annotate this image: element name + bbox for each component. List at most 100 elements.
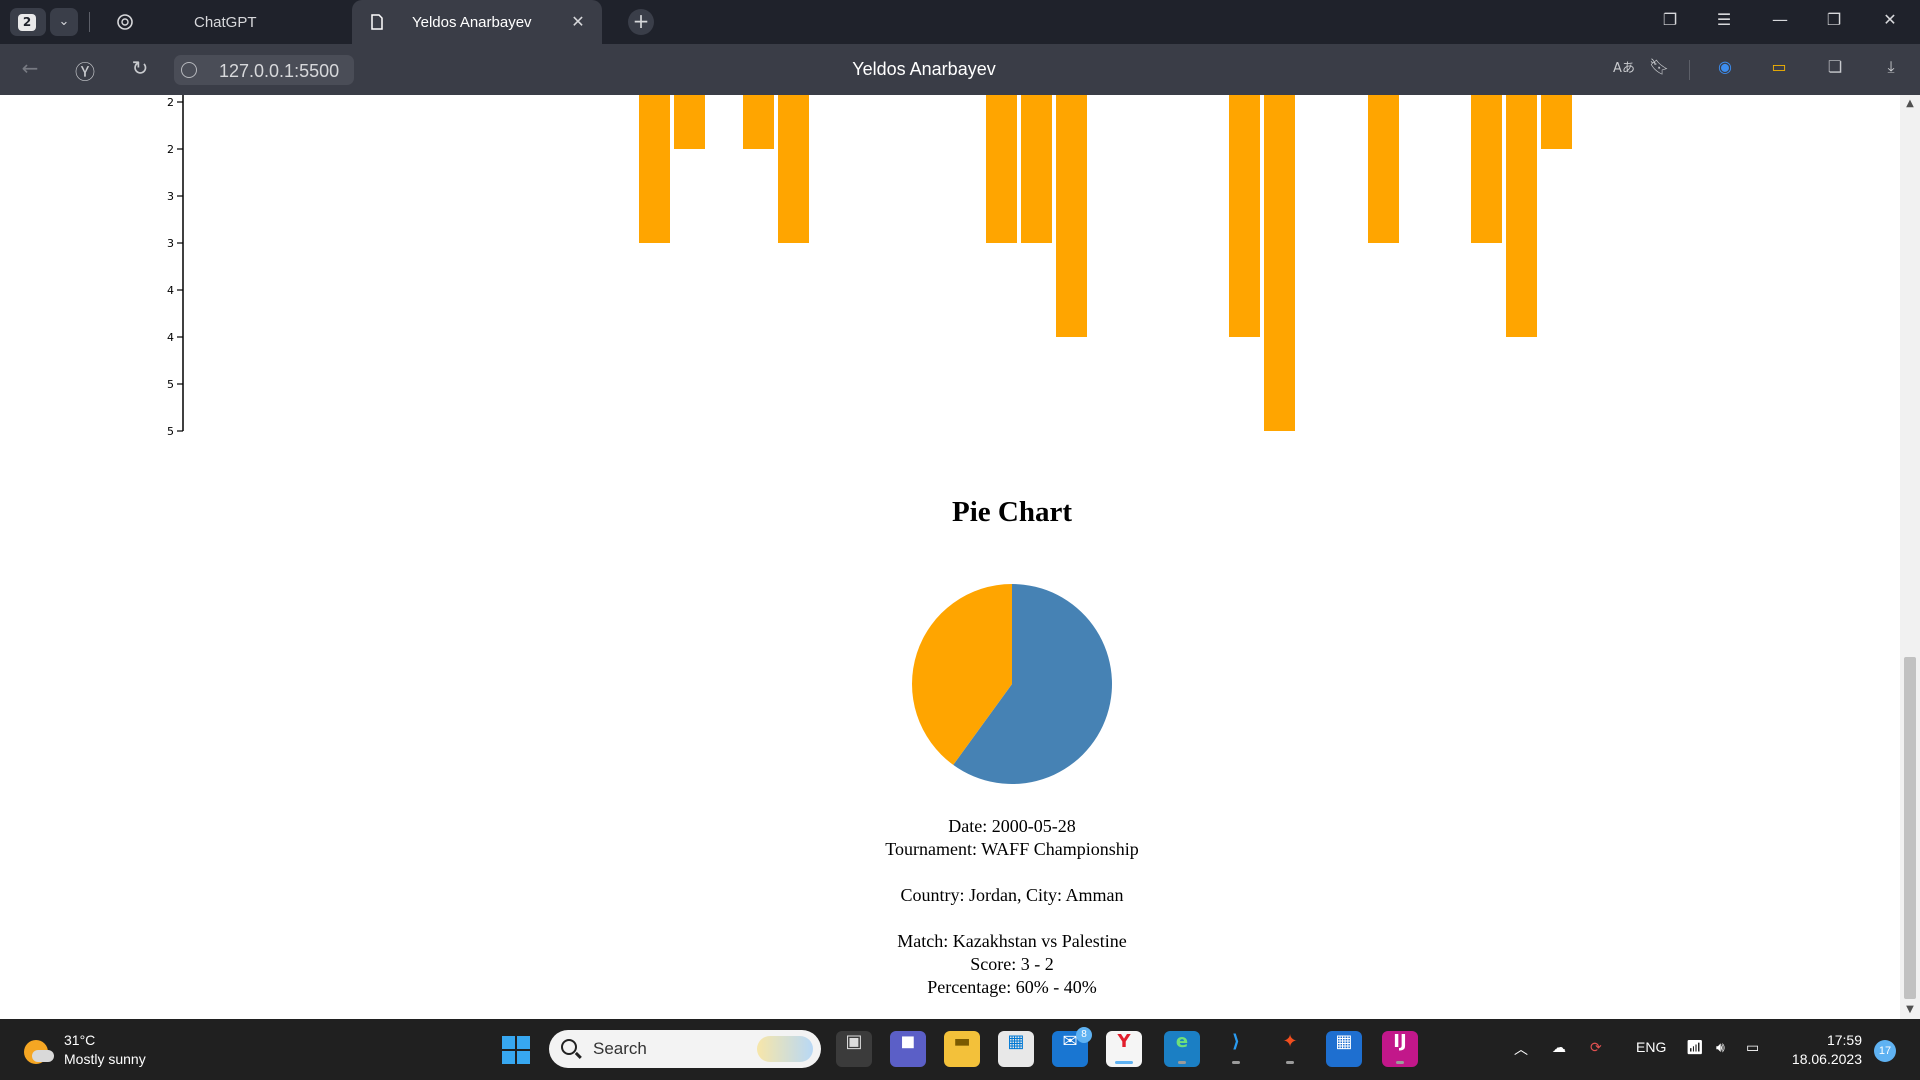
onedrive-icon[interactable]: ☁ xyxy=(1552,1039,1566,1056)
bookmark-icon[interactable]: 🔖︎ xyxy=(1646,57,1672,83)
chatgpt-icon xyxy=(117,14,133,30)
tab-label: Yeldos Anarbayev xyxy=(412,14,532,31)
file-explorer-icon[interactable]: ▬ xyxy=(944,1031,980,1067)
notification-badge[interactable]: 17 xyxy=(1874,1040,1896,1062)
microsoft-store-icon[interactable]: ▦ xyxy=(998,1031,1034,1067)
page-title: Yeldos Anarbayev xyxy=(852,59,996,79)
match-location: Country: Jordan, City: Amman xyxy=(900,885,1124,905)
wifi-icon[interactable]: 📶︎ xyxy=(1686,1039,1704,1056)
clock-date: 18.06.2023 xyxy=(1791,1051,1862,1067)
battery-saver-icon[interactable]: ▭ xyxy=(1766,57,1792,83)
tab-label: ChatGPT xyxy=(194,14,257,31)
match-date: Date: 2000-05-28 xyxy=(948,816,1076,836)
yandex-browser-icon[interactable]: Y xyxy=(1106,1031,1142,1067)
y-axis-tick-label: 5 xyxy=(167,425,174,438)
bar xyxy=(1021,95,1052,243)
scroll-down-arrow-icon[interactable]: ▼ xyxy=(1900,1001,1920,1019)
y-axis-tick-label: 3 xyxy=(167,237,174,250)
vertical-scrollbar[interactable]: ▲ ▼ xyxy=(1900,95,1920,1019)
running-app-indicator xyxy=(1178,1061,1186,1064)
close-tab-icon[interactable]: ✕ xyxy=(568,12,588,32)
figma-icon[interactable]: ✦ xyxy=(1272,1031,1308,1067)
y-axis-tick-label: 3 xyxy=(167,190,174,203)
match-score: Score: 3 - 2 xyxy=(970,954,1054,974)
menu-icon[interactable]: ☰ xyxy=(1712,10,1736,34)
tab-yeldos-anarbayev[interactable]: Yeldos Anarbayev ✕ xyxy=(352,0,602,44)
bar xyxy=(674,95,705,149)
bar xyxy=(1368,95,1399,243)
page-icon xyxy=(371,14,383,30)
browser-tab-bar: 2 ⌄ ChatGPT Yeldos Anarbayev ✕ + ❐ ☰ — ❐… xyxy=(0,0,1920,44)
bar xyxy=(986,95,1017,243)
weather-cloud-icon xyxy=(32,1050,54,1062)
y-axis-ticks: 2 2 3 3 4 4 5 5 xyxy=(167,96,183,438)
mail-icon[interactable]: ✉ 8 xyxy=(1052,1027,1092,1067)
match-tournament: Tournament: WAFF Championship xyxy=(885,839,1139,859)
scroll-up-arrow-icon[interactable]: ▲ xyxy=(1900,95,1920,113)
active-app-indicator xyxy=(1115,1061,1133,1064)
bar xyxy=(1229,95,1260,337)
calendar-icon[interactable]: ▦ xyxy=(1326,1031,1362,1067)
match-info: Date: 2000-05-28 Tournament: WAFF Champi… xyxy=(0,815,1900,999)
intellij-icon[interactable]: IJ xyxy=(1382,1031,1418,1067)
close-window-button[interactable]: ✕ xyxy=(1878,10,1902,34)
bar xyxy=(1264,95,1295,431)
taskbar-search[interactable]: Search xyxy=(549,1030,821,1068)
clock-time: 17:59 xyxy=(1826,1032,1862,1048)
task-view-icon[interactable]: ▣ xyxy=(836,1031,872,1067)
new-tab-button[interactable]: + xyxy=(628,9,654,35)
windows-start-icon[interactable] xyxy=(502,1036,530,1064)
mail-badge: 8 xyxy=(1076,1027,1092,1043)
weather-temperature: 31°C xyxy=(64,1032,96,1048)
translate-icon[interactable]: Aあ xyxy=(1611,57,1637,83)
y-axis-tick-label: 2 xyxy=(167,143,174,156)
tab-count: 2 xyxy=(18,14,36,31)
reader-icon[interactable]: ❏ xyxy=(1822,57,1848,83)
bar xyxy=(639,95,670,243)
address-bar: ← Ⓨ ↻ 127.0.0.1:5500 Yeldos Anarbayev Aあ… xyxy=(0,44,1920,95)
pie-slices xyxy=(912,584,1112,784)
taskbar: 31°C Mostly sunny Search ▣ ◼ ▬ ▦ ✉ 8 Y e… xyxy=(0,1019,1920,1080)
bar xyxy=(1506,95,1537,337)
search-icon xyxy=(561,1039,577,1055)
weather-description: Mostly sunny xyxy=(64,1051,146,1067)
search-highlight-icon xyxy=(757,1036,813,1062)
bar-chart: 2 2 3 3 4 4 5 5 xyxy=(167,95,1572,438)
restore-button[interactable]: ❐ xyxy=(1822,10,1846,34)
minimize-button[interactable]: — xyxy=(1768,10,1792,34)
match-percentage: Percentage: 60% - 40% xyxy=(927,977,1097,997)
tab-count-button[interactable]: 2 xyxy=(10,8,46,36)
chevron-down-icon[interactable]: ⌄ xyxy=(50,8,78,36)
collections-icon[interactable]: ❐ xyxy=(1658,10,1682,34)
language-indicator[interactable]: ENG xyxy=(1636,1039,1666,1055)
running-app-indicator xyxy=(1232,1061,1240,1064)
battery-icon[interactable]: ▭ xyxy=(1746,1039,1759,1056)
bar xyxy=(1471,95,1502,243)
y-axis-tick-label: 2 xyxy=(167,96,174,109)
bar xyxy=(778,95,809,243)
toolbar-separator xyxy=(1689,60,1690,80)
show-hidden-icons[interactable]: ︿ xyxy=(1514,1039,1528,1059)
y-axis-tick-label: 4 xyxy=(167,284,174,297)
download-icon[interactable]: ⤓ xyxy=(1878,57,1904,83)
vscode-icon[interactable]: ⟩ xyxy=(1218,1031,1254,1067)
extension-icon[interactable]: ◉ xyxy=(1712,57,1738,83)
search-placeholder: Search xyxy=(593,1039,647,1058)
tab-separator xyxy=(89,12,90,32)
pie-chart-title: Pie Chart xyxy=(952,496,1072,528)
match-teams: Match: Kazakhstan vs Palestine xyxy=(897,931,1127,951)
system-clock[interactable]: 17:59 18.06.2023 xyxy=(1786,1031,1862,1069)
tab-chatgpt[interactable]: ChatGPT xyxy=(100,0,348,44)
sync-icon[interactable]: ⟳ xyxy=(1590,1039,1602,1056)
y-axis-tick-label: 5 xyxy=(167,378,174,391)
y-axis-tick-label: 4 xyxy=(167,331,174,344)
teams-chat-icon[interactable]: ◼ xyxy=(890,1031,926,1067)
pie-chart xyxy=(912,584,1112,784)
bar xyxy=(743,95,774,149)
edge-icon[interactable]: e xyxy=(1164,1031,1200,1067)
running-app-indicator xyxy=(1286,1061,1294,1064)
running-app-indicator xyxy=(1396,1061,1404,1064)
volume-icon[interactable]: 🔊︎ xyxy=(1716,1039,1725,1056)
scroll-thumb[interactable] xyxy=(1904,657,1916,999)
